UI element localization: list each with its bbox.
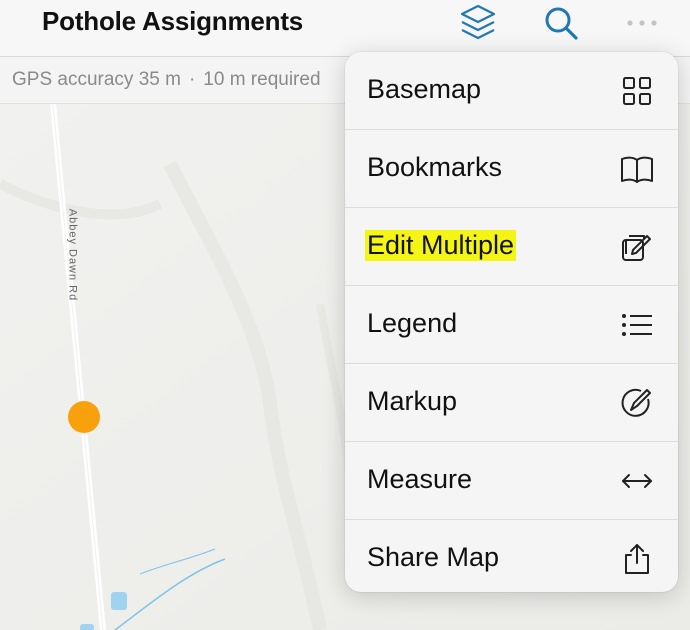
menu-item-edit-multiple[interactable]: Edit Multiple — [345, 208, 678, 286]
water-body — [80, 624, 94, 630]
menu-item-bookmarks[interactable]: Bookmarks — [345, 130, 678, 208]
layers-button[interactable] — [458, 3, 498, 43]
menu-item-label: Edit Multiple — [365, 230, 517, 261]
more-options-button[interactable] — [622, 3, 662, 43]
menu-item-measure[interactable]: Measure — [345, 442, 678, 520]
gps-status-text: GPS accuracy 35 m · 10 m required — [12, 69, 321, 91]
menu-item-share-map[interactable]: Share Map — [345, 520, 678, 592]
gps-separator: · — [188, 69, 196, 90]
list-icon — [622, 314, 652, 336]
menu-item-legend[interactable]: Legend — [345, 286, 678, 364]
markup-icon — [621, 388, 651, 417]
menu-item-label: Share Map — [367, 542, 500, 572]
menu-item-basemap[interactable]: Basemap — [345, 52, 678, 130]
menu-item-label: Legend — [367, 308, 458, 338]
app-header: Pothole Assignments — [0, 0, 690, 57]
water-body — [111, 592, 127, 610]
share-icon — [625, 544, 649, 574]
menu-item-label: Bookmarks — [367, 152, 503, 182]
layers-icon — [460, 4, 496, 40]
book-icon — [621, 156, 653, 183]
menu-item-label: Basemap — [367, 74, 482, 104]
menu-item-label: Measure — [367, 464, 473, 494]
search-icon — [545, 7, 578, 40]
edit-icon — [622, 235, 651, 261]
grid-icon — [623, 77, 651, 105]
page-title: Pothole Assignments — [42, 6, 304, 36]
gps-accuracy: GPS accuracy 35 m — [12, 69, 181, 90]
more-icon — [627, 20, 657, 26]
overflow-menu: Basemap Bookmarks Edit Multiple Legend M… — [345, 52, 678, 592]
menu-item-label: Markup — [367, 386, 458, 416]
measure-icon — [622, 474, 652, 488]
search-button[interactable] — [541, 3, 581, 43]
road-label: Abbey Dawn Rd — [66, 208, 79, 302]
menu-item-markup[interactable]: Markup — [345, 364, 678, 442]
pothole-marker — [68, 401, 100, 433]
gps-required: 10 m required — [203, 69, 321, 90]
